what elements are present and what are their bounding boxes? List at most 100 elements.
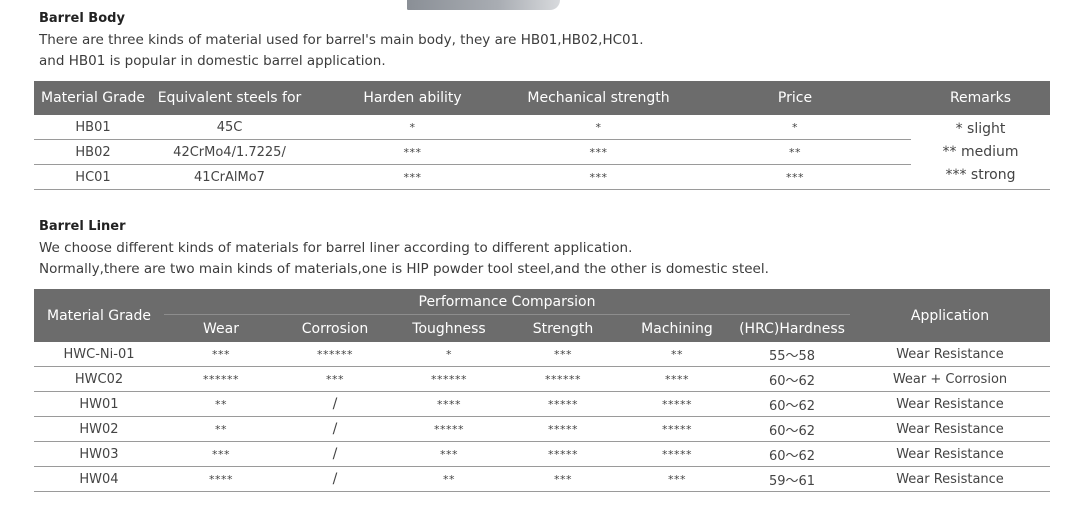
cell-strength: ****** bbox=[506, 366, 620, 392]
cell-strength: ***** bbox=[506, 416, 620, 442]
cell-machining: ***** bbox=[620, 416, 734, 442]
header-remarks: Remarks bbox=[911, 81, 1050, 115]
cell-grade: HWC02 bbox=[34, 366, 164, 392]
header-hardenability: Harden ability bbox=[307, 81, 518, 115]
cell-hardness: 60～62 bbox=[734, 441, 850, 467]
cell-grade: HW03 bbox=[34, 441, 164, 467]
cell-toughness: **** bbox=[392, 391, 506, 417]
cell-toughness: * bbox=[392, 342, 506, 367]
header-material-grade: Material Grade bbox=[34, 81, 152, 115]
cell-strength: * bbox=[518, 115, 679, 140]
cell-price: *** bbox=[679, 164, 911, 190]
cell-hardness: 59～61 bbox=[734, 466, 850, 492]
cell-application: Wear Resistance bbox=[850, 441, 1050, 467]
header-mechanical-strength: Mechanical strength bbox=[518, 81, 679, 115]
cell-equivalent: 41CrAlMo7 bbox=[152, 164, 307, 190]
barrel-body-description-line2: and HB01 is popular in domestic barrel a… bbox=[39, 53, 386, 69]
cell-toughness: *** bbox=[392, 441, 506, 467]
remark-strong: *** strong bbox=[945, 166, 1016, 183]
barrel-liner-description-line2: Normally,there are two main kinds of mat… bbox=[39, 261, 769, 277]
cell-corrosion: *** bbox=[278, 366, 392, 392]
table-row: HWC-Ni-01 *** ****** * *** ** 55～58 Wear Resist… bbox=[34, 342, 1050, 367]
cell-corrosion: / bbox=[278, 441, 392, 467]
header-wear: Wear bbox=[164, 314, 278, 342]
cell-corrosion: / bbox=[278, 466, 392, 492]
cell-wear: ** bbox=[164, 391, 278, 417]
cell-corrosion: ****** bbox=[278, 342, 392, 367]
product-image-fragment bbox=[407, 0, 560, 10]
cell-grade: HB01 bbox=[34, 115, 152, 140]
table-row: HC01 41CrAlMo7 *** *** *** bbox=[34, 164, 1050, 190]
cell-strength: *** bbox=[518, 164, 679, 190]
cell-machining: ** bbox=[620, 342, 734, 367]
cell-grade: HW01 bbox=[34, 391, 164, 417]
cell-corrosion: / bbox=[278, 391, 392, 417]
remark-medium: ** medium bbox=[942, 143, 1019, 160]
barrel-liner-table: Material Grade Performance Comparsion Ap… bbox=[34, 289, 1050, 492]
table-row: HW04 **** / ** *** *** 59～61 Wear Resistance bbox=[34, 466, 1050, 492]
cell-application: Wear + Corrosion bbox=[850, 366, 1050, 392]
cell-equivalent: 45C bbox=[152, 115, 307, 140]
header-toughness: Toughness bbox=[392, 314, 506, 342]
barrel-liner-heading: Barrel Liner bbox=[39, 219, 126, 234]
cell-grade: HB02 bbox=[34, 139, 152, 165]
cell-application: Wear Resistance bbox=[850, 416, 1050, 442]
cell-hardness: 60～62 bbox=[734, 416, 850, 442]
cell-strength: ***** bbox=[506, 391, 620, 417]
remarks-cell: * slight ** medium *** strong bbox=[911, 115, 1050, 190]
header-application: Application bbox=[850, 289, 1050, 342]
cell-hardness: 60～62 bbox=[734, 366, 850, 392]
cell-equivalent: 42CrMo4/1.7225/ bbox=[152, 139, 307, 165]
header-equivalent-steels: Equivalent steels for bbox=[152, 81, 307, 115]
cell-hardenability: * bbox=[307, 115, 518, 140]
header-material-grade: Material Grade bbox=[34, 289, 164, 342]
cell-hardenability: *** bbox=[307, 164, 518, 190]
cell-strength: ***** bbox=[506, 441, 620, 467]
header-strength: Strength bbox=[506, 314, 620, 342]
cell-wear: *** bbox=[164, 441, 278, 467]
barrel-body-description-line1: There are three kinds of material used f… bbox=[39, 32, 644, 48]
table-row: HB02 42CrMo4/1.7225/ *** *** ** bbox=[34, 139, 1050, 165]
cell-grade: HW04 bbox=[34, 466, 164, 492]
table-row: HWC02 ****** *** ****** ****** **** 60～62 Wear … bbox=[34, 366, 1050, 392]
barrel-body-table: Material Grade Equivalent steels for Har… bbox=[34, 81, 1050, 190]
cell-grade: HWC-Ni-01 bbox=[34, 342, 164, 367]
table-row: HW02 ** / ***** ***** ***** 60～62 Wear Resistan… bbox=[34, 416, 1050, 442]
cell-grade: HC01 bbox=[34, 164, 152, 190]
barrel-body-heading: Barrel Body bbox=[39, 11, 125, 26]
cell-corrosion: / bbox=[278, 416, 392, 442]
cell-hardness: 60～62 bbox=[734, 391, 850, 417]
table-row: HB01 45C * * * * slight ** medium *** st… bbox=[34, 115, 1050, 190]
cell-hardness: 55～58 bbox=[734, 342, 850, 367]
cell-wear: ****** bbox=[164, 366, 278, 392]
cell-toughness: ** bbox=[392, 466, 506, 492]
cell-wear: *** bbox=[164, 342, 278, 367]
cell-toughness: ***** bbox=[392, 416, 506, 442]
header-price: Price bbox=[679, 81, 911, 115]
table-header-row: Material Grade Performance Comparsion Ap… bbox=[34, 289, 1050, 342]
header-hardness: (HRC)Hardness bbox=[734, 314, 850, 342]
header-performance-comparison: Performance Comparsion bbox=[164, 289, 850, 315]
cell-strength: *** bbox=[506, 466, 620, 492]
cell-machining: **** bbox=[620, 366, 734, 392]
cell-strength: *** bbox=[518, 139, 679, 165]
cell-application: Wear Resistance bbox=[850, 391, 1050, 417]
cell-wear: ** bbox=[164, 416, 278, 442]
barrel-liner-description-line1: We choose different kinds of materials f… bbox=[39, 240, 633, 256]
table-row: HW01 ** / **** ***** ***** 60～62 Wear Resistanc… bbox=[34, 391, 1050, 417]
cell-machining: ***** bbox=[620, 441, 734, 467]
cell-application: Wear Resistance bbox=[850, 466, 1050, 492]
remark-slight: * slight bbox=[955, 120, 1006, 137]
table-header-row: Material Grade Equivalent steels for Har… bbox=[34, 81, 1050, 115]
header-corrosion: Corrosion bbox=[278, 314, 392, 342]
cell-grade: HW02 bbox=[34, 416, 164, 442]
cell-machining: *** bbox=[620, 466, 734, 492]
cell-hardenability: *** bbox=[307, 139, 518, 165]
cell-wear: **** bbox=[164, 466, 278, 492]
cell-price: * bbox=[679, 115, 911, 140]
cell-strength: *** bbox=[506, 342, 620, 367]
cell-application: Wear Resistance bbox=[850, 342, 1050, 367]
cell-machining: ***** bbox=[620, 391, 734, 417]
cell-toughness: ****** bbox=[392, 366, 506, 392]
cell-price: ** bbox=[679, 139, 911, 165]
